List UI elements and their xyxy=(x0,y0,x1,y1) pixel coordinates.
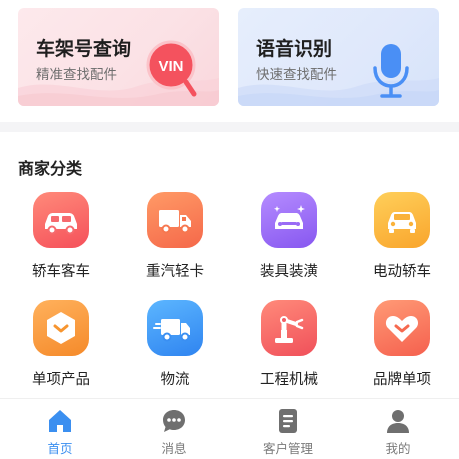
truck-icon xyxy=(159,210,191,234)
vin-search-card[interactable]: 车架号查询 精准查找配件 VIN xyxy=(18,8,219,106)
vin-card-subtitle: 精准查找配件 xyxy=(36,67,117,83)
electric-car-icon xyxy=(388,212,416,233)
delivery-truck-icon xyxy=(153,319,190,342)
category-label: 轿车客车 xyxy=(32,264,90,280)
sedan-icon xyxy=(45,213,77,235)
tab-label: 客户管理 xyxy=(262,441,313,456)
category-label: 单项产品 xyxy=(32,372,90,388)
tab-label: 我的 xyxy=(385,441,411,456)
section-divider xyxy=(0,122,459,132)
vin-magnifier-icon: VIN xyxy=(146,40,197,97)
voice-card-title: 语音识别 xyxy=(256,38,333,60)
bottom-tab-bar: 首页 消息 客户管理 我的 xyxy=(0,398,459,459)
home-icon xyxy=(49,410,71,432)
car-decor-icon xyxy=(274,205,305,229)
tab-home[interactable]: 首页 xyxy=(3,399,117,459)
vin-card-title: 车架号查询 xyxy=(36,38,132,60)
category-label: 物流 xyxy=(160,372,190,388)
brand-heart-icon xyxy=(385,316,419,342)
category-label: 电动轿车 xyxy=(373,264,431,280)
tab-label: 消息 xyxy=(161,441,187,456)
user-icon xyxy=(387,410,409,433)
tab-label: 首页 xyxy=(47,441,73,456)
category-label: 品牌单项 xyxy=(373,372,431,388)
category-label: 重汽轻卡 xyxy=(146,264,204,280)
tab-messages[interactable]: 消息 xyxy=(117,399,231,459)
tab-profile[interactable]: 我的 xyxy=(341,399,455,459)
section-title: 商家分类 xyxy=(18,159,83,178)
category-label: 装具装潢 xyxy=(260,264,318,280)
tab-customers[interactable]: 客户管理 xyxy=(231,399,345,459)
message-icon xyxy=(163,410,185,432)
vin-badge-text: VIN xyxy=(158,58,183,75)
product-icon xyxy=(47,312,75,344)
customer-doc-icon xyxy=(279,409,297,433)
top-banner-area: 车架号查询 精准查找配件 VIN 语音识别 快速查找配件 xyxy=(0,0,459,122)
voice-search-card[interactable]: 语音识别 快速查找配件 xyxy=(238,8,439,106)
category-label: 工程机械 xyxy=(260,372,318,388)
microphone-icon xyxy=(373,44,409,98)
voice-card-subtitle: 快速查找配件 xyxy=(256,67,337,83)
robot-arm-icon xyxy=(275,316,304,343)
